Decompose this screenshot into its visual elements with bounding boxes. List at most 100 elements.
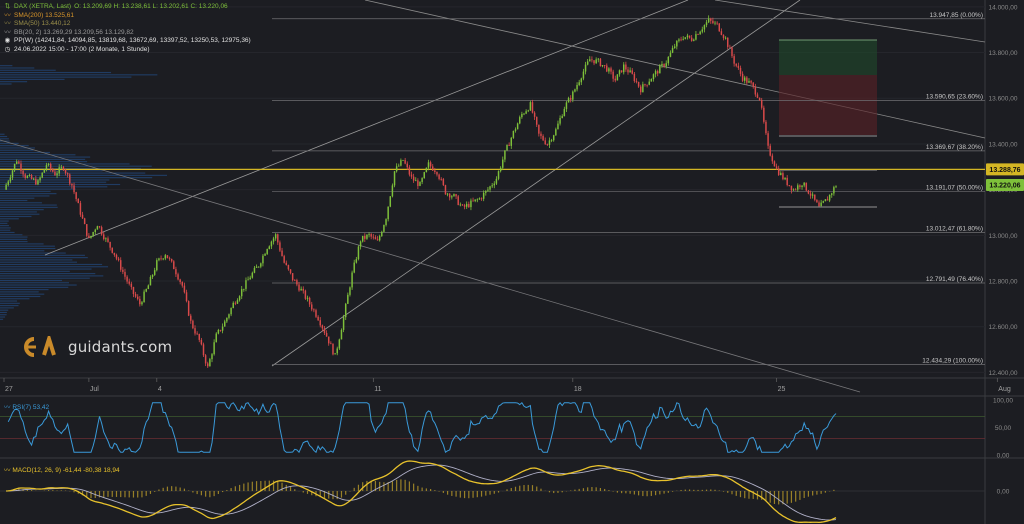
macd-label[interactable]: 〰 MACD(12, 26, 9) -61,44 -80,38 18,94: [4, 464, 120, 474]
volume-profile-bar: [0, 263, 103, 266]
candle-body: [465, 203, 468, 207]
candle-body: [741, 73, 744, 81]
macd-hist-bar: [455, 491, 457, 497]
candle-body: [423, 172, 425, 179]
candle-body: [546, 144, 549, 146]
macd-tick-label: 0,00: [997, 489, 1010, 496]
candle-body: [444, 185, 447, 195]
candle-body: [516, 123, 519, 130]
volume-profile-bar: [0, 234, 23, 236]
macd-hist-bar: [192, 491, 194, 493]
price-tick-label: 14.000,00: [989, 4, 1018, 11]
macd-hist-bar: [205, 491, 207, 497]
candle-body: [387, 206, 389, 220]
volume-profile-bar: [0, 277, 90, 279]
candle-body: [342, 317, 345, 330]
volume-profile-bar: [0, 247, 56, 250]
candle-body: [650, 78, 653, 82]
volume-profile-bar: [0, 318, 4, 320]
fib-level-label: 13.369,67 (38.20%): [926, 144, 983, 151]
candle-body: [629, 70, 631, 73]
candle-body: [805, 182, 808, 191]
volume-profile-bar: [0, 133, 5, 135]
macd-hist-bar: [107, 491, 109, 497]
candle-body: [308, 297, 311, 305]
candle-body: [799, 185, 801, 187]
candle-body: [690, 37, 693, 41]
candle-body: [368, 234, 370, 235]
candle-body: [523, 113, 525, 115]
volume-profile-bar: [0, 295, 41, 298]
chart-canvas[interactable]: 14.000,00 13.800,00 13.600,00 13.400,00 13.2…: [0, 0, 1024, 524]
candle-body: [718, 23, 721, 32]
macd-hist-bar: [693, 489, 695, 491]
candle-body: [370, 234, 372, 237]
candle-body: [451, 196, 453, 198]
candle-body: [478, 198, 481, 200]
candle-body: [71, 183, 73, 186]
candle-body: [646, 84, 648, 86]
candle-body: [347, 294, 349, 304]
candle-body: [784, 177, 786, 180]
candle-body: [158, 258, 160, 261]
candle-body: [833, 187, 835, 194]
macd-hist-bar: [255, 481, 258, 491]
candle-body: [412, 176, 415, 181]
guidants-logo-icon: [24, 336, 56, 357]
candle-body: [64, 169, 67, 174]
macd-hist-bar: [803, 491, 805, 498]
candle-body: [103, 234, 105, 240]
volume-profile-bar: [0, 188, 76, 190]
candle-body: [289, 269, 292, 274]
macd-hist-bar: [188, 490, 190, 491]
candle-body: [797, 185, 799, 190]
rsi-tick-label: 0,00: [997, 453, 1010, 460]
legend-bb-row[interactable]: 〰 BB(20, 2) 13.269,29 13.209,56 13.129,8…: [4, 29, 251, 38]
volume-profile-bar: [0, 254, 85, 256]
macd-hist-bar: [705, 489, 708, 491]
candle-body: [831, 193, 833, 195]
macd-hist-bar: [73, 491, 75, 493]
legend-pp-row[interactable]: ◉ PP(W) (14241,84, 14094,85, 13819,68, 1…: [4, 37, 251, 46]
candle-body: [531, 102, 534, 113]
volume-profile-bar: [0, 209, 44, 211]
candle-body: [317, 316, 319, 321]
candle-body: [117, 258, 120, 261]
legend-sma50-row[interactable]: 〰 SMA(50) 13.440,12: [4, 20, 251, 29]
volume-profile-bar: [0, 291, 39, 293]
legend-instrument-row: ⇅ DAX (XETRA, Last) O: 13.209,69 H: 13.2…: [4, 3, 251, 12]
candle-body: [124, 271, 126, 277]
candle-body: [141, 302, 143, 305]
candle-body: [633, 73, 636, 82]
candle-body: [274, 234, 277, 239]
fib-level-label: 13.012,47 (61.80%): [926, 225, 983, 232]
candle-body: [56, 173, 58, 176]
candle-body: [614, 78, 617, 81]
chart-type-icon[interactable]: ⇅: [4, 3, 11, 12]
candle-body: [782, 173, 784, 180]
candle-body: [652, 74, 655, 79]
candle-body: [635, 81, 638, 82]
candle-body: [313, 309, 315, 311]
candle-body: [623, 64, 625, 73]
macd-hist-bar: [438, 491, 440, 492]
macd-hist-bar: [591, 487, 593, 491]
candle-body: [669, 52, 672, 57]
candle-body: [548, 140, 551, 145]
macd-hist-bar: [786, 491, 788, 504]
candle-body: [196, 333, 198, 335]
candle-body: [790, 185, 793, 191]
macd-hist-bar: [362, 482, 364, 491]
candle-body: [7, 181, 9, 185]
rsi-label[interactable]: 〰 RSI(7) 53,42: [4, 401, 49, 411]
candle-body: [223, 321, 226, 327]
time-axis-label: 18: [574, 386, 582, 393]
candle-body: [748, 81, 750, 83]
legend-sma200-row[interactable]: 〰 SMA(200) 13.525,61: [4, 12, 251, 21]
candle-body: [69, 174, 71, 184]
candle-body: [470, 200, 472, 208]
macd-hist-bar: [807, 491, 810, 497]
candle-body: [792, 189, 795, 191]
candle-body: [760, 100, 763, 108]
candle-body: [119, 260, 122, 270]
